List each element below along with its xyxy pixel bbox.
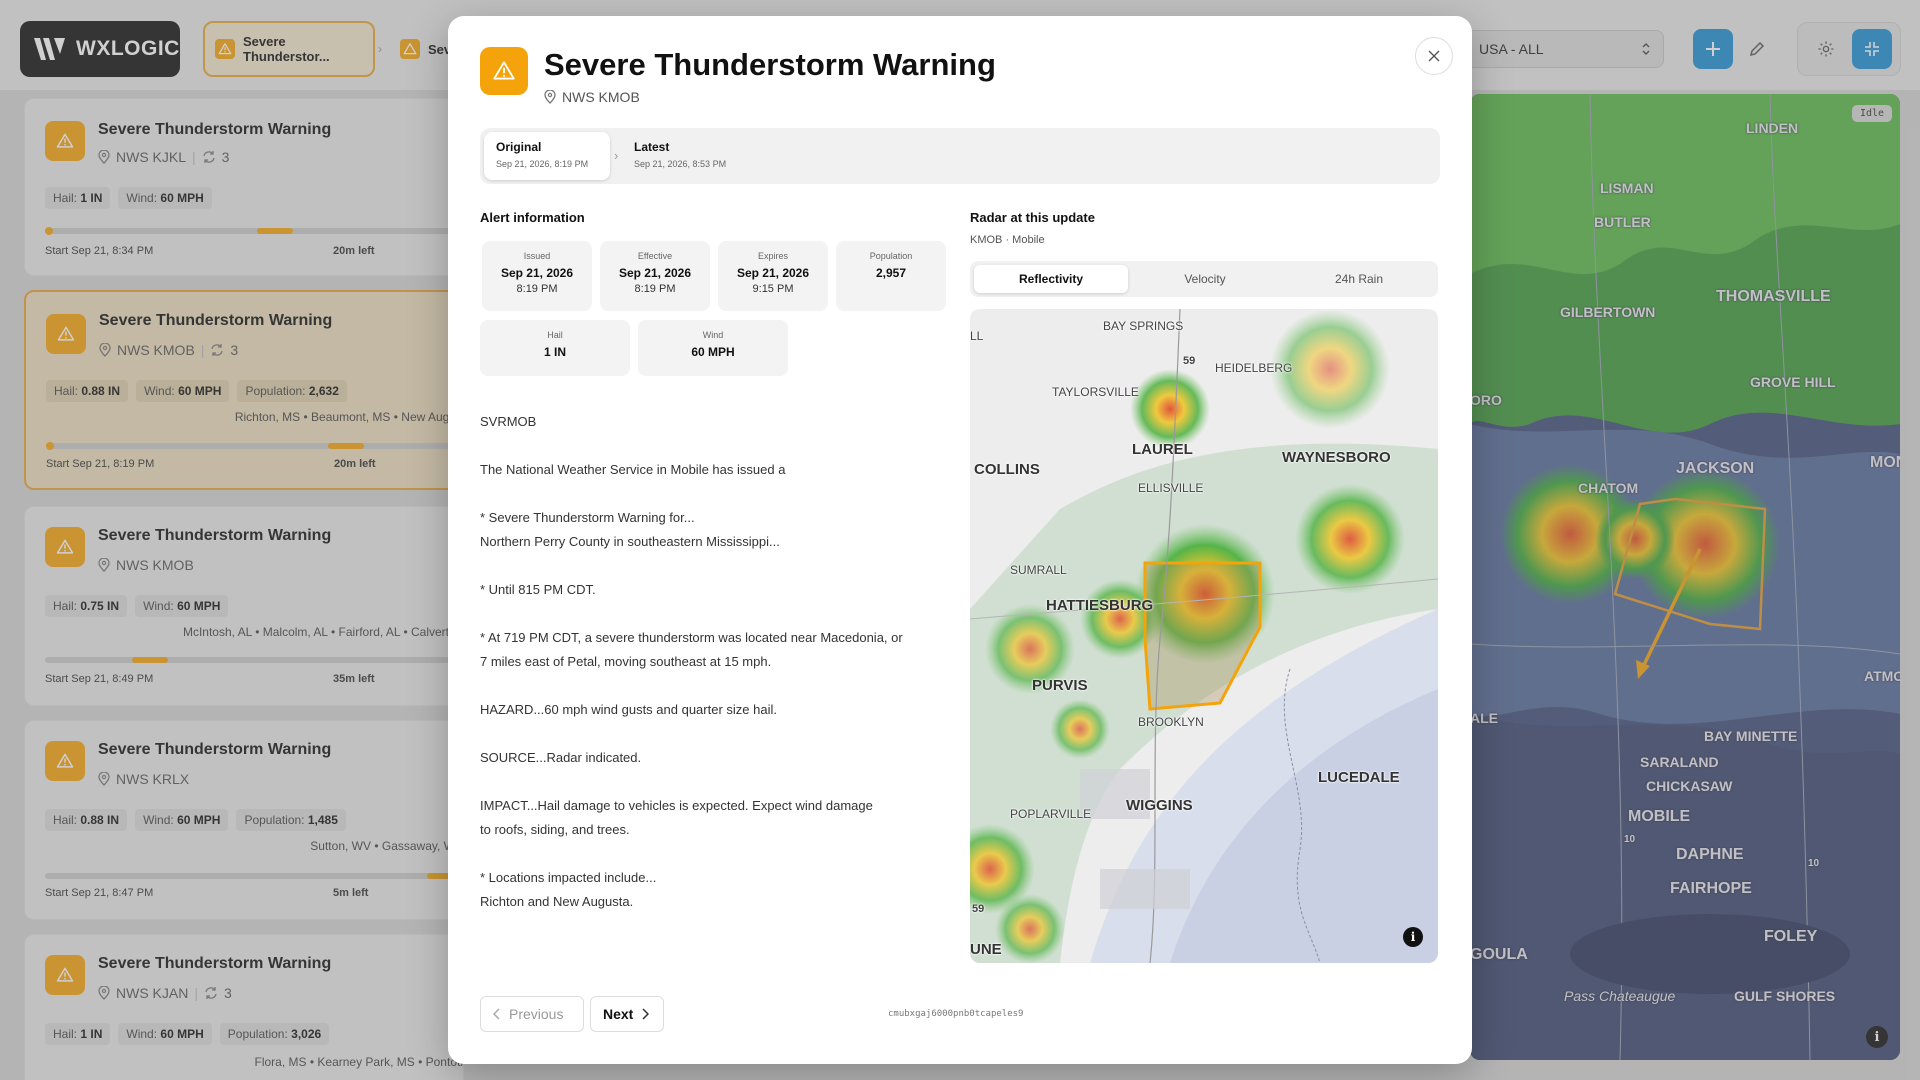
close-icon (1428, 50, 1440, 62)
info-value: Sep 21, 2026 (736, 266, 810, 280)
info-subvalue: 8:19 PM (516, 283, 558, 295)
info-subvalue: 9:15 PM (752, 283, 794, 295)
radar-station: KMOB · Mobile (970, 234, 1045, 246)
radar-map-label: PURVIS (1032, 677, 1088, 694)
alert-text-line (480, 770, 940, 794)
alert-text-line: The National Weather Service in Mobile h… (480, 462, 786, 477)
alert-text-line: SOURCE...Radar indicated. (480, 750, 642, 765)
tab-reflectivity[interactable]: Reflectivity (974, 265, 1128, 293)
modal-office: NWS KMOB (544, 89, 640, 105)
radar-map-label: HEIDELBERG (1215, 361, 1293, 375)
alert-detail-modal: Severe Thunderstorm Warning NWS KMOB Ori… (448, 16, 1472, 1064)
alert-id: cmubxgaj6000pnb0tcapeles9 (888, 1009, 1024, 1019)
radar-map-label: BAY SPRINGS (1103, 319, 1184, 333)
timeline-latest[interactable]: Latest Sep 21, 2026, 8:53 PM (622, 132, 762, 180)
alert-text-line: IMPACT...Hail damage to vehicles is expe… (480, 798, 873, 813)
alert-text-line: HAZARD...60 mph wind gusts and quarter s… (480, 702, 777, 717)
radar-map-label: UNE (970, 941, 1002, 958)
issued-box: Issued Sep 21, 2026 8:19 PM (482, 241, 592, 311)
radar-map-label: LUCEDALE (1318, 769, 1400, 786)
info-value: Sep 21, 2026 (500, 266, 574, 280)
radar-info-button[interactable]: i (1403, 927, 1423, 947)
warning-icon (480, 47, 528, 95)
alert-text-line (480, 674, 940, 698)
effective-box: Effective Sep 21, 2026 8:19 PM (600, 241, 710, 311)
alert-text-body: SVRMOB The National Weather Service in Mo… (480, 410, 940, 914)
radar-map-label: BROOKLYN (1138, 715, 1204, 729)
radar-map-label: TAYLORSVILLE (1052, 385, 1139, 399)
version-timeline: Original Sep 21, 2026, 8:19 PM › Latest … (480, 128, 1440, 184)
info-label: Population (869, 251, 913, 261)
chevron-right-icon (642, 1008, 650, 1020)
info-value: 60 MPH (691, 345, 735, 359)
timeline-date: Sep 21, 2026, 8:19 PM (496, 159, 589, 169)
radar-map-label: COLLINS (974, 461, 1040, 478)
info-value: 2,957 (875, 266, 907, 280)
alert-text-line: to roofs, siding, and trees. (480, 822, 630, 837)
location-pin-icon (544, 90, 556, 104)
hail-box: Hail 1 IN (480, 320, 630, 376)
previous-button[interactable]: Previous (480, 996, 584, 1032)
info-label: Expires (757, 251, 788, 261)
info-value: 1 IN (543, 345, 566, 359)
chevron-right-icon: › (614, 148, 619, 163)
info-value: Sep 21, 2026 (618, 266, 692, 280)
info-label: Wind (702, 330, 724, 340)
expires-box: Expires Sep 21, 2026 9:15 PM (718, 241, 828, 311)
radar-map-label: LAUREL (1132, 441, 1193, 458)
alert-text-line: Northern Perry County in southeastern Mi… (480, 534, 780, 549)
info-label: Effective (637, 251, 673, 261)
chevron-left-icon (493, 1008, 500, 1020)
previous-label: Previous (509, 1006, 564, 1022)
tab-24h-rain[interactable]: 24h Rain (1282, 265, 1436, 293)
population-box: Population 2,957 (836, 241, 946, 311)
alert-info-heading: Alert information (480, 210, 585, 225)
radar-map-label: HATTIESBURG (1046, 597, 1154, 614)
radar-map-label: ELLISVILLE (1138, 481, 1204, 495)
alert-text-line: * At 719 PM CDT, a severe thunderstorm w… (480, 630, 903, 645)
next-label: Next (603, 1006, 634, 1022)
alert-text-line (480, 554, 940, 578)
tab-velocity[interactable]: Velocity (1128, 265, 1282, 293)
alert-text-line: 7 miles east of Petal, moving southeast … (480, 654, 772, 669)
radar-heading: Radar at this update (970, 210, 1095, 225)
alert-text-line: Richton and New Augusta. (480, 894, 634, 909)
radar-map-label: POPLARVILLE (1010, 807, 1092, 821)
radar-map-label: WIGGINS (1126, 797, 1193, 814)
alert-text-line (480, 842, 940, 866)
next-button[interactable]: Next (590, 996, 664, 1032)
timeline-original[interactable]: Original Sep 21, 2026, 8:19 PM (484, 132, 610, 180)
alert-text-line: * Until 815 PM CDT. (480, 582, 596, 597)
radar-preview-map[interactable]: BAY SPRINGS 59 HEIDELBERG TAYLORSVILLE L… (970, 309, 1438, 963)
timeline-label: Latest (634, 140, 670, 154)
timeline-label: Original (496, 140, 542, 154)
alert-text-line: SVRMOB (480, 414, 537, 429)
close-button[interactable] (1415, 37, 1453, 75)
radar-map-label: 59 (1183, 355, 1196, 367)
office-label: NWS KMOB (562, 89, 640, 105)
radar-preview-graphic (970, 309, 1438, 963)
modal-title: Severe Thunderstorm Warning (544, 47, 996, 82)
info-subvalue: 8:19 PM (634, 283, 676, 295)
wind-box: Wind 60 MPH (638, 320, 788, 376)
radar-map-label: 59 (972, 903, 985, 915)
alert-text-line (480, 602, 940, 626)
alert-text-line (480, 434, 940, 458)
info-label: Hail (547, 330, 563, 340)
timeline-date: Sep 21, 2026, 8:53 PM (634, 159, 727, 169)
alert-text-line (480, 482, 940, 506)
radar-tabs: Reflectivity Velocity 24h Rain (970, 261, 1438, 297)
radar-map-label: SUMRALL (1010, 563, 1067, 577)
info-label: Issued (523, 251, 551, 261)
radar-map-label: WAYNESBORO (1282, 449, 1391, 466)
radar-map-label: LL (970, 329, 984, 343)
alert-text-line (480, 722, 940, 746)
alert-text-line: * Severe Thunderstorm Warning for... (480, 510, 695, 525)
alert-text-line: * Locations impacted include... (480, 870, 657, 885)
